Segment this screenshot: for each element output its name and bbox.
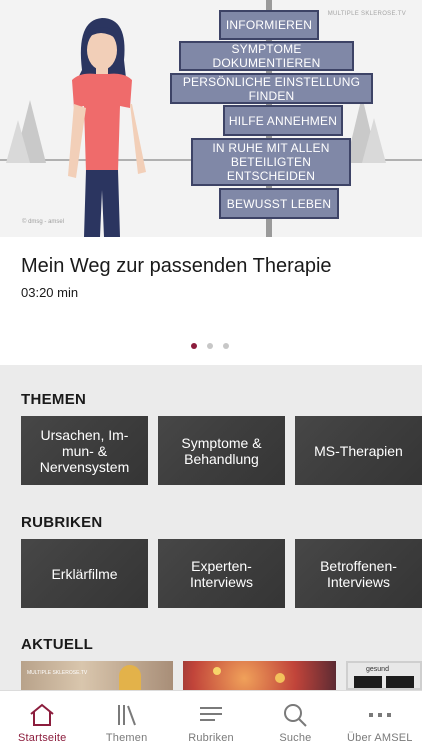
- news-screen: [354, 676, 382, 688]
- news-item[interactable]: MULTIPLE SKLEROSE.TV: [21, 661, 173, 690]
- search-icon: [284, 704, 308, 727]
- section-title-rubriken: RUBRIKEN: [21, 514, 103, 531]
- tab-rubriken[interactable]: Rubriken: [169, 691, 253, 750]
- home-icon: [30, 703, 54, 726]
- tab-themen[interactable]: Themen: [84, 691, 168, 750]
- tab-label: Suche: [279, 732, 312, 744]
- tab-suche[interactable]: Suche: [253, 691, 337, 750]
- sign-symptome: SYMPTOME DOKUMENTIEREN: [179, 41, 354, 71]
- tile-themen-ms-therapien[interactable]: MS-Therapien: [295, 416, 422, 485]
- featured-video-info[interactable]: Mein Weg zur passenden Therapie 03:20 mi…: [0, 237, 422, 365]
- books-icon: [117, 705, 136, 726]
- more-icon: [368, 713, 391, 717]
- tab-startseite[interactable]: Startseite: [0, 691, 84, 750]
- section-title-aktuell: AKTUELL: [21, 636, 94, 653]
- news-item[interactable]: [183, 661, 336, 690]
- carousel-dot[interactable]: [207, 343, 213, 349]
- featured-video-thumbnail[interactable]: MULTIPLE SKLEROSE.TV © dmsg - amsel INFO…: [0, 0, 422, 237]
- watermark-text: MULTIPLE SKLEROSE.TV: [327, 11, 406, 17]
- carousel-indicator: [191, 343, 229, 349]
- sign-leben: BEWUSST LEBEN: [219, 188, 339, 219]
- tile-rubriken-betroffenen[interactable]: Betroffenen- Interviews: [295, 539, 422, 608]
- tab-ueber-amsel[interactable]: Über AMSEL: [338, 691, 422, 750]
- hero-illustration: [0, 0, 422, 237]
- image-credit: © dmsg - amsel: [22, 219, 65, 225]
- tile-rubriken-erklaerfilme[interactable]: Erklärfilme: [21, 539, 148, 608]
- video-title: Mein Weg zur passenden Therapie: [21, 255, 332, 277]
- sign-informieren: INFORMIEREN: [219, 10, 319, 40]
- tile-themen-ursachen[interactable]: Ursachen, Im- mun- & Nervensystem: [21, 416, 148, 485]
- news-item[interactable]: gesund: [346, 661, 422, 690]
- tab-label: Startseite: [17, 732, 67, 744]
- carousel-dot[interactable]: [223, 343, 229, 349]
- video-duration: 03:20 min: [21, 285, 79, 300]
- sign-einstellung: PERSÖNLICHE EINSTELLUNG FINDEN: [170, 73, 373, 104]
- tab-label: Über AMSEL: [347, 732, 413, 744]
- news-cell: [275, 673, 285, 683]
- news-screen: [386, 676, 414, 688]
- news-cell: [213, 667, 221, 675]
- tab-bar: Startseite Themen Rubriken Suche Über AM…: [0, 690, 422, 750]
- tab-label: Rubriken: [188, 732, 234, 744]
- tile-rubriken-experten[interactable]: Experten- Interviews: [158, 539, 285, 608]
- sign-hilfe: HILFE ANNEHMEN: [223, 105, 343, 136]
- sign-entscheiden: IN RUHE MIT ALLEN BETEILIGTEN ENTSCHEIDE…: [191, 138, 351, 186]
- tab-label: Themen: [105, 732, 148, 744]
- section-title-themen: THEMEN: [21, 391, 87, 408]
- carousel-dot[interactable]: [191, 343, 197, 349]
- news-caption: gesund: [366, 666, 389, 673]
- news-caption: MULTIPLE SKLEROSE.TV: [27, 670, 88, 676]
- tile-themen-symptome[interactable]: Symptome & Behandlung: [158, 416, 285, 485]
- news-person: [119, 665, 141, 690]
- list-icon: [200, 707, 223, 721]
